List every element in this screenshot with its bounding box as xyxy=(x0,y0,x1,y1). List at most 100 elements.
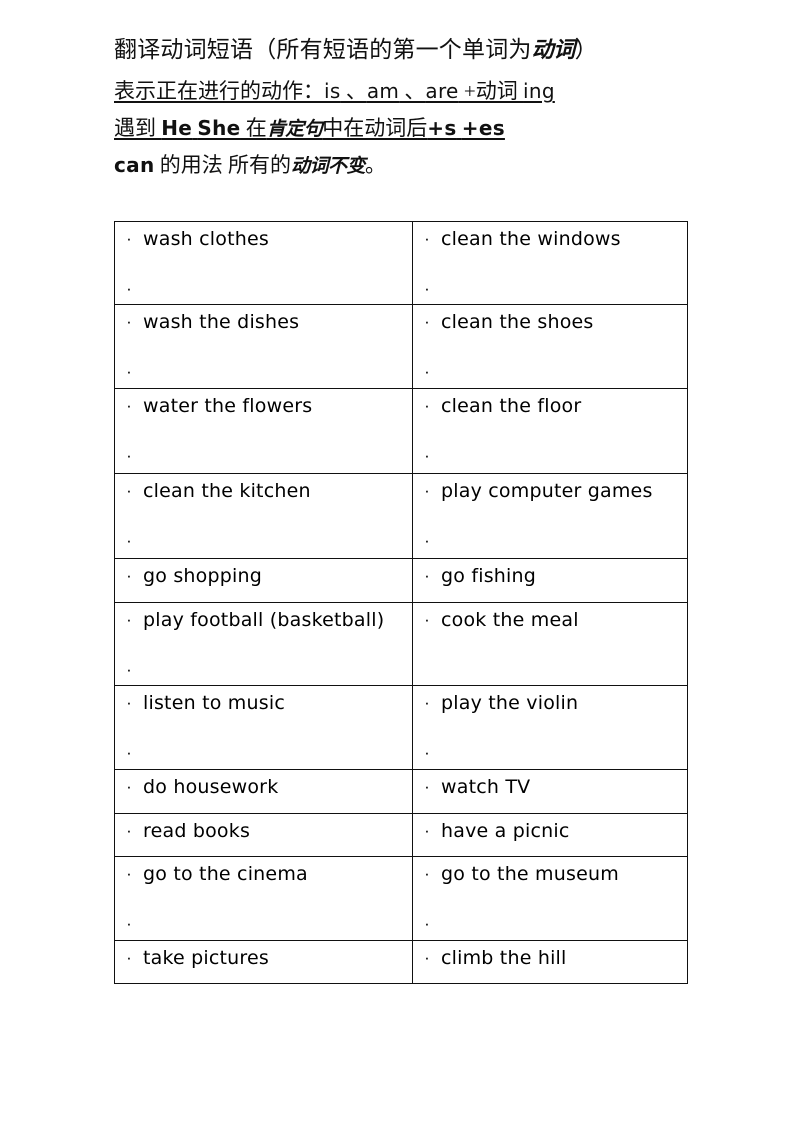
present-continuous-rule-segment: 表示正在进行的动作： xyxy=(114,79,324,103)
phrase-cell-content: · play computer games · xyxy=(413,474,687,556)
phrase-text: read books xyxy=(143,820,251,842)
third-person-singular-rule-segment: 肯定句 xyxy=(266,118,323,140)
bullet-icon: · xyxy=(126,864,132,883)
phrase-text: wash the dishes xyxy=(143,311,300,333)
phrase-answer-bullet-line[interactable]: · xyxy=(115,743,412,762)
phrase-cell-content: · cook the meal xyxy=(413,603,687,642)
phrase-cell: · go shopping xyxy=(114,558,413,603)
phrase-cell: · listen to music · xyxy=(114,685,413,770)
present-continuous-rule-segment: 、 xyxy=(399,79,426,103)
bullet-icon: · xyxy=(126,821,132,840)
bullet-icon: · xyxy=(424,362,430,381)
phrase-answer-bullet-line[interactable]: · xyxy=(115,914,412,933)
phrase-answer-bullet-line[interactable]: · xyxy=(413,915,687,933)
bullet-icon: · xyxy=(126,531,132,550)
present-continuous-rule-segment: is xyxy=(324,79,341,103)
phrase-cell-content: · play football (basketball) · xyxy=(115,603,412,685)
phrase-text: watch TV xyxy=(441,776,531,798)
phrase-cell: · take pictures xyxy=(114,940,413,984)
phrase-answer-bullet-line[interactable]: · xyxy=(115,447,412,465)
third-person-singular-rule: 遇到 He She 在肯定句中在动词后+s +es xyxy=(114,118,714,139)
phrase-text: do housework xyxy=(143,776,279,798)
phrase-cell-content: · clean the windows · xyxy=(413,222,687,304)
page-title-emphasis: 动词 xyxy=(531,38,576,63)
bullet-icon: · xyxy=(424,948,430,967)
phrase-bullet-line: · watch TV xyxy=(413,776,687,803)
bullet-icon: · xyxy=(126,660,132,679)
phrase-bullet-line: · cook the meal xyxy=(413,609,687,636)
phrase-text: climb the hill xyxy=(441,947,567,969)
phrase-bullet-line: · go to the cinema xyxy=(115,863,412,890)
present-continuous-rule-segment: +动词 xyxy=(458,79,524,103)
phrase-text: go to the museum xyxy=(441,863,619,885)
bullet-icon: · xyxy=(424,531,430,550)
phrase-text: clean the floor xyxy=(441,395,582,417)
phrase-cell: · go fishing xyxy=(412,558,688,603)
table-row: · wash the dishes · · clean the shoes · xyxy=(114,304,688,389)
phrase-cell: · play football (basketball) · xyxy=(114,602,413,686)
table-row: · clean the kitchen · · play computer games · xyxy=(114,473,688,559)
phrase-cell: · watch TV xyxy=(412,769,688,814)
phrase-cell-content: · read books xyxy=(115,814,412,854)
bullet-icon: · xyxy=(424,821,430,840)
phrase-bullet-line: · clean the shoes xyxy=(413,311,687,338)
phrase-bullet-line: · do housework xyxy=(115,776,412,803)
worksheet-page: 翻译动词短语（所有短语的第一个单词为动词） 表示正在进行的动作：is 、am 、… xyxy=(0,0,800,1132)
phrase-cell: · go to the museum · xyxy=(412,856,688,941)
phrase-cell: · wash the dishes · xyxy=(114,304,413,389)
bullet-icon: · xyxy=(126,743,132,762)
verb-phrase-table-body: · wash clothes · · clean the windows · · wash t… xyxy=(114,221,688,984)
present-continuous-rule: 表示正在进行的动作：is 、am 、are +动词 ing xyxy=(114,81,714,102)
phrase-answer-bullet-line[interactable]: · xyxy=(413,280,687,298)
phrase-cell: · go to the cinema · xyxy=(114,856,413,941)
bullet-icon: · xyxy=(424,610,430,629)
bullet-icon: · xyxy=(126,914,132,933)
phrase-cell-content: · water the flowers · xyxy=(115,389,412,471)
phrase-text: clean the windows xyxy=(441,228,621,250)
phrase-bullet-line: · have a picnic xyxy=(413,820,687,847)
bullet-icon: · xyxy=(424,777,430,796)
phrase-cell: · play the violin · xyxy=(412,685,688,770)
table-row: · wash clothes · · clean the windows · xyxy=(114,221,688,305)
phrase-text: wash clothes xyxy=(143,228,269,250)
bullet-icon: · xyxy=(126,396,132,415)
phrase-cell-content: · go fishing xyxy=(413,559,687,599)
phrase-text: play football (basketball) xyxy=(143,609,385,631)
phrase-bullet-line: · water the flowers xyxy=(115,395,412,422)
grammar-rules-list: 表示正在进行的动作：is 、am 、are +动词 ing 遇到 He She 在… xyxy=(114,81,714,176)
phrase-bullet-line: · clean the windows xyxy=(413,228,687,255)
phrase-bullet-line: · go fishing xyxy=(413,565,687,592)
bullet-icon: · xyxy=(126,481,132,500)
third-person-singular-rule-segment: 中在动词后 xyxy=(322,116,428,140)
table-row: · go shopping · go fishing xyxy=(114,558,688,603)
phrase-answer-bullet-line[interactable]: · xyxy=(413,362,687,381)
phrase-text: have a picnic xyxy=(441,820,570,842)
phrase-cell-content: · clean the floor · xyxy=(413,389,687,471)
bullet-icon: · xyxy=(424,312,430,331)
phrase-text: go to the cinema xyxy=(143,863,308,885)
phrase-bullet-line: · play football (basketball) xyxy=(115,609,412,636)
phrase-answer-bullet-line[interactable]: · xyxy=(413,447,687,465)
phrase-answer-bullet-line[interactable]: · xyxy=(413,531,687,550)
phrase-cell-content: · listen to music · xyxy=(115,686,412,768)
phrase-answer-bullet-line[interactable]: · xyxy=(115,363,412,381)
bullet-icon: · xyxy=(424,566,430,585)
phrase-cell-content: · take pictures xyxy=(115,941,412,981)
phrase-answer-bullet-line[interactable]: · xyxy=(115,531,412,550)
phrase-cell: · do housework xyxy=(114,769,413,814)
third-person-singular-rule-segment: 在 xyxy=(240,116,267,140)
phrase-bullet-line: · play the violin xyxy=(413,692,687,719)
third-person-singular-rule-segment: 遇到 xyxy=(114,116,162,140)
bullet-icon: · xyxy=(424,229,430,248)
phrase-cell-content: · do housework xyxy=(115,770,412,810)
table-row: · listen to music · · play the violin · xyxy=(114,685,688,770)
phrase-answer-bullet-line[interactable]: · xyxy=(115,280,412,298)
phrase-cell: · play computer games · xyxy=(412,473,688,559)
phrase-cell: · clean the shoes · xyxy=(412,304,688,389)
phrase-cell: · read books xyxy=(114,813,413,857)
third-person-singular-rule-segment: He xyxy=(161,116,193,140)
phrase-answer-bullet-line[interactable]: · xyxy=(413,744,687,762)
phrase-answer-bullet-line[interactable]: · xyxy=(115,660,412,679)
phrase-cell-content: · climb the hill xyxy=(413,941,687,981)
phrase-text: go shopping xyxy=(143,565,262,587)
